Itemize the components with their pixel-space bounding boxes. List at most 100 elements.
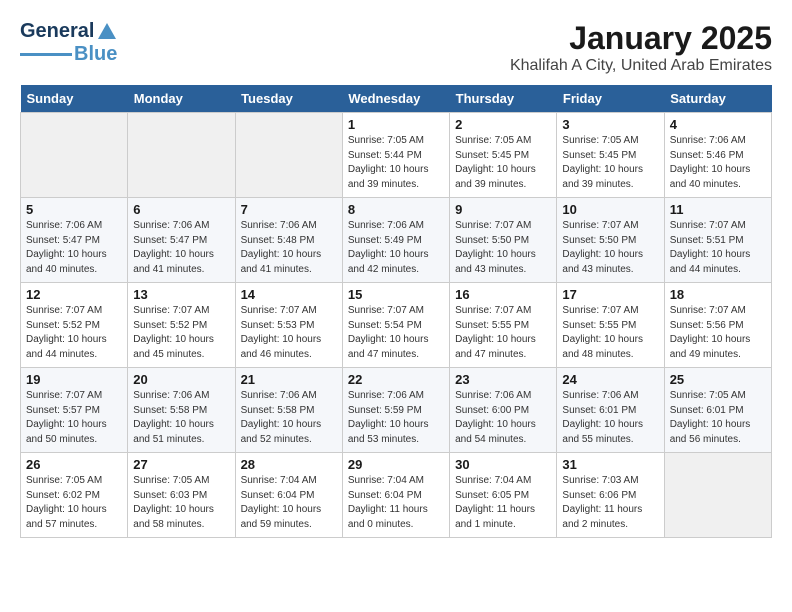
day-info: Sunrise: 7:06 AM Sunset: 5:49 PM Dayligh…	[348, 219, 444, 277]
calendar-cell: 20 Sunrise: 7:06 AM Sunset: 5:58 PM Dayli…	[128, 368, 235, 453]
calendar-cell: 18Sunrise: 7:07 AM Sunset: 5:56 PM Dayli…	[664, 283, 771, 368]
day-info: Sunrise: 7:07 AM Sunset: 5:57 PM Dayligh…	[26, 389, 122, 447]
calendar-cell: 25 Sunrise: 7:05 AM Sunset: 6:01 PM Dayli…	[664, 368, 771, 453]
calendar-cell: 6 Sunrise: 7:06 AM Sunset: 5:47 PM Daylig…	[128, 198, 235, 283]
day-number: 23	[455, 372, 551, 387]
calendar-cell: 22Sunrise: 7:06 AM Sunset: 5:59 PM Dayli…	[342, 368, 449, 453]
day-number: 5	[26, 202, 122, 217]
day-number: 26	[26, 457, 122, 472]
calendar-cell: 17 Sunrise: 7:07 AM Sunset: 5:55 PM Dayli…	[557, 283, 664, 368]
day-number: 13	[133, 287, 229, 302]
day-info: Sunrise: 7:06 AM Sunset: 5:47 PM Dayligh…	[133, 219, 229, 277]
day-info: Sunrise: 7:05 AM Sunset: 5:45 PM Dayligh…	[562, 134, 658, 192]
weekday-header-friday: Friday	[557, 85, 664, 113]
day-info: Sunrise: 7:07 AM Sunset: 5:53 PM Dayligh…	[241, 304, 337, 362]
day-info: Sunrise: 7:07 AM Sunset: 5:55 PM Dayligh…	[455, 304, 551, 362]
day-info: Sunrise: 7:06 AM Sunset: 5:48 PM Dayligh…	[241, 219, 337, 277]
main-title: January 2025	[510, 20, 772, 57]
day-info: Sunrise: 7:07 AM Sunset: 5:50 PM Dayligh…	[562, 219, 658, 277]
day-number: 2	[455, 117, 551, 132]
day-number: 30	[455, 457, 551, 472]
calendar-cell	[664, 453, 771, 538]
day-info: Sunrise: 7:06 AM Sunset: 5:58 PM Dayligh…	[241, 389, 337, 447]
calendar-cell: 30Sunrise: 7:04 AM Sunset: 6:05 PM Dayli…	[450, 453, 557, 538]
day-number: 7	[241, 202, 337, 217]
day-number: 15	[348, 287, 444, 302]
day-number: 9	[455, 202, 551, 217]
calendar-cell: 1Sunrise: 7:05 AM Sunset: 5:44 PM Daylig…	[342, 113, 449, 198]
weekday-header-wednesday: Wednesday	[342, 85, 449, 113]
title-block: January 2025 Khalifah A City, United Ara…	[510, 20, 772, 75]
calendar-cell	[235, 113, 342, 198]
calendar-cell: 28 Sunrise: 7:04 AM Sunset: 6:04 PM Dayli…	[235, 453, 342, 538]
day-number: 6	[133, 202, 229, 217]
day-info: Sunrise: 7:05 AM Sunset: 6:03 PM Dayligh…	[133, 474, 229, 532]
day-number: 17	[562, 287, 658, 302]
day-number: 18	[670, 287, 766, 302]
calendar-cell: 7 Sunrise: 7:06 AM Sunset: 5:48 PM Daylig…	[235, 198, 342, 283]
day-info: Sunrise: 7:07 AM Sunset: 5:50 PM Dayligh…	[455, 219, 551, 277]
logo-general: General	[20, 20, 94, 43]
weekday-header-sunday: Sunday	[21, 85, 128, 113]
day-number: 19	[26, 372, 122, 387]
calendar-cell: 16 Sunrise: 7:07 AM Sunset: 5:55 PM Dayli…	[450, 283, 557, 368]
calendar-cell: 9 Sunrise: 7:07 AM Sunset: 5:50 PM Daylig…	[450, 198, 557, 283]
calendar-body: 1Sunrise: 7:05 AM Sunset: 5:44 PM Daylig…	[21, 113, 772, 538]
day-number: 31	[562, 457, 658, 472]
day-number: 12	[26, 287, 122, 302]
day-info: Sunrise: 7:06 AM Sunset: 5:59 PM Dayligh…	[348, 389, 444, 447]
day-info: Sunrise: 7:03 AM Sunset: 6:06 PM Dayligh…	[562, 474, 658, 532]
calendar-cell	[128, 113, 235, 198]
calendar-table: SundayMondayTuesdayWednesdayThursdayFrid…	[20, 85, 772, 538]
calendar-cell: 2Sunrise: 7:05 AM Sunset: 5:45 PM Daylig…	[450, 113, 557, 198]
day-number: 8	[348, 202, 444, 217]
calendar-cell: 3 Sunrise: 7:05 AM Sunset: 5:45 PM Daylig…	[557, 113, 664, 198]
calendar-cell: 23Sunrise: 7:06 AM Sunset: 6:00 PM Dayli…	[450, 368, 557, 453]
day-number: 28	[241, 457, 337, 472]
day-info: Sunrise: 7:07 AM Sunset: 5:55 PM Dayligh…	[562, 304, 658, 362]
day-info: Sunrise: 7:06 AM Sunset: 5:46 PM Dayligh…	[670, 134, 766, 192]
day-number: 14	[241, 287, 337, 302]
calendar-cell: 15 Sunrise: 7:07 AM Sunset: 5:54 PM Dayli…	[342, 283, 449, 368]
logo-blue: Blue	[74, 43, 117, 66]
calendar-cell: 4 Sunrise: 7:06 AM Sunset: 5:46 PM Daylig…	[664, 113, 771, 198]
calendar-header: SundayMondayTuesdayWednesdayThursdayFrid…	[21, 85, 772, 113]
day-number: 20	[133, 372, 229, 387]
day-number: 21	[241, 372, 337, 387]
calendar-cell: 19 Sunrise: 7:07 AM Sunset: 5:57 PM Dayli…	[21, 368, 128, 453]
weekday-header-saturday: Saturday	[664, 85, 771, 113]
subtitle: Khalifah A City, United Arab Emirates	[510, 57, 772, 75]
calendar-cell: 26 Sunrise: 7:05 AM Sunset: 6:02 PM Dayli…	[21, 453, 128, 538]
day-number: 27	[133, 457, 229, 472]
day-info: Sunrise: 7:07 AM Sunset: 5:54 PM Dayligh…	[348, 304, 444, 362]
day-info: Sunrise: 7:05 AM Sunset: 6:01 PM Dayligh…	[670, 389, 766, 447]
week-row-2: 5 Sunrise: 7:06 AM Sunset: 5:47 PM Daylig…	[21, 198, 772, 283]
calendar-cell: 29Sunrise: 7:04 AM Sunset: 6:04 PM Dayli…	[342, 453, 449, 538]
calendar-cell: 13Sunrise: 7:07 AM Sunset: 5:52 PM Dayli…	[128, 283, 235, 368]
weekday-header-thursday: Thursday	[450, 85, 557, 113]
day-info: Sunrise: 7:05 AM Sunset: 6:02 PM Dayligh…	[26, 474, 122, 532]
day-info: Sunrise: 7:06 AM Sunset: 5:47 PM Dayligh…	[26, 219, 122, 277]
day-info: Sunrise: 7:05 AM Sunset: 5:44 PM Dayligh…	[348, 134, 444, 192]
calendar-cell: 5 Sunrise: 7:06 AM Sunset: 5:47 PM Daylig…	[21, 198, 128, 283]
day-info: Sunrise: 7:06 AM Sunset: 5:58 PM Dayligh…	[133, 389, 229, 447]
day-number: 16	[455, 287, 551, 302]
day-info: Sunrise: 7:06 AM Sunset: 6:01 PM Dayligh…	[562, 389, 658, 447]
day-number: 4	[670, 117, 766, 132]
day-number: 25	[670, 372, 766, 387]
week-row-1: 1Sunrise: 7:05 AM Sunset: 5:44 PM Daylig…	[21, 113, 772, 198]
calendar-cell: 14 Sunrise: 7:07 AM Sunset: 5:53 PM Dayli…	[235, 283, 342, 368]
day-info: Sunrise: 7:04 AM Sunset: 6:04 PM Dayligh…	[241, 474, 337, 532]
day-number: 3	[562, 117, 658, 132]
calendar-cell: 10Sunrise: 7:07 AM Sunset: 5:50 PM Dayli…	[557, 198, 664, 283]
page-header: General Blue January 2025 Khalifah A Cit…	[20, 20, 772, 75]
day-number: 24	[562, 372, 658, 387]
day-info: Sunrise: 7:07 AM Sunset: 5:52 PM Dayligh…	[26, 304, 122, 362]
day-info: Sunrise: 7:07 AM Sunset: 5:51 PM Dayligh…	[670, 219, 766, 277]
calendar-cell: 12 Sunrise: 7:07 AM Sunset: 5:52 PM Dayli…	[21, 283, 128, 368]
calendar-cell: 24 Sunrise: 7:06 AM Sunset: 6:01 PM Dayli…	[557, 368, 664, 453]
calendar-cell	[21, 113, 128, 198]
weekday-header-monday: Monday	[128, 85, 235, 113]
day-number: 29	[348, 457, 444, 472]
weekday-row: SundayMondayTuesdayWednesdayThursdayFrid…	[21, 85, 772, 113]
